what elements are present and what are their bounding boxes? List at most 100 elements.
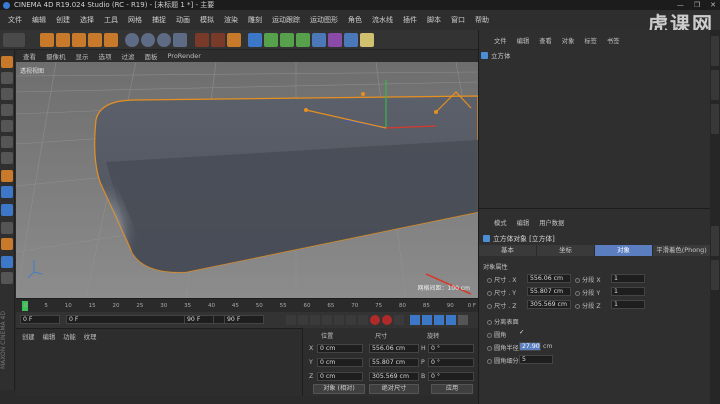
polygons-mode-icon[interactable] <box>1 152 13 164</box>
side-tab-objects[interactable] <box>711 36 719 66</box>
keyframe-dot-icon[interactable] <box>487 358 492 364</box>
coordinate-system-icon[interactable] <box>173 33 187 47</box>
object-size-x-field[interactable]: 556.06 cm <box>527 274 571 283</box>
keyframe-dot-icon[interactable] <box>487 277 492 283</box>
fillet-checkbox[interactable]: ✓ <box>519 329 524 336</box>
apply-button[interactable]: 应用 <box>431 384 473 394</box>
viewport-menu-panel[interactable]: 面板 <box>140 51 163 61</box>
menu-tools[interactable]: 工具 <box>99 15 123 25</box>
go-to-end-icon[interactable] <box>358 315 368 325</box>
menu-select[interactable]: 选择 <box>75 15 99 25</box>
keyframe-dot-icon[interactable] <box>575 290 580 296</box>
rotation-h-field[interactable]: 0 ° <box>428 344 474 353</box>
side-tab-attributes[interactable] <box>711 226 719 256</box>
frame-end-field[interactable]: 90 F <box>184 315 214 324</box>
go-to-start-icon[interactable] <box>286 315 296 325</box>
menu-animate[interactable]: 动画 <box>171 15 195 25</box>
viewport-menu-filter[interactable]: 过滤 <box>117 51 140 61</box>
record-icon[interactable] <box>370 315 380 325</box>
object-list-item[interactable]: 立方体 <box>481 50 511 60</box>
objects-menu-file[interactable]: 文件 <box>489 36 512 45</box>
size-z-field[interactable]: 305.569 cm <box>369 372 419 381</box>
menu-mograph[interactable]: 运动图形 <box>305 15 343 25</box>
side-tab-content-browser[interactable] <box>711 70 719 100</box>
z-axis-icon[interactable] <box>157 33 171 47</box>
key-pla-icon[interactable] <box>458 315 468 325</box>
autokey-icon[interactable] <box>382 315 392 325</box>
axis-mode-icon[interactable] <box>1 170 13 182</box>
key-position-icon[interactable] <box>410 315 420 325</box>
menu-script[interactable]: 脚本 <box>422 15 446 25</box>
keyframe-dot-icon[interactable] <box>487 319 492 325</box>
objects-menu-view[interactable]: 查看 <box>534 36 557 45</box>
material-menu-edit[interactable]: 编辑 <box>43 332 56 341</box>
position-y-field[interactable]: 0 cm <box>317 358 363 367</box>
fillet-radius-field[interactable]: 27.903 <box>519 342 541 351</box>
start-frame-field[interactable]: 0 F <box>20 315 60 324</box>
objects-menu-tags[interactable]: 标签 <box>579 36 602 45</box>
menu-edit[interactable]: 编辑 <box>27 15 51 25</box>
edges-mode-icon[interactable] <box>1 136 13 148</box>
segments-x-field[interactable]: 1 <box>611 274 645 283</box>
cloner-icon[interactable] <box>312 33 326 47</box>
move-icon[interactable] <box>56 33 70 47</box>
grid-icon[interactable] <box>1 272 13 284</box>
render-view-icon[interactable] <box>195 33 209 47</box>
deformer-icon[interactable] <box>328 33 342 47</box>
menu-file[interactable]: 文件 <box>3 15 27 25</box>
object-name[interactable]: 立方体 <box>491 50 511 60</box>
keyframe-dot-icon[interactable] <box>575 303 580 309</box>
menu-help[interactable]: 帮助 <box>470 15 494 25</box>
coord-mode-select[interactable]: 对象 (相对) <box>313 384 365 394</box>
attributes-menu-edit[interactable]: 编辑 <box>512 218 535 228</box>
menu-plugins[interactable]: 插件 <box>398 15 422 25</box>
key-parameter-icon[interactable] <box>446 315 456 325</box>
x-axis-icon[interactable] <box>125 33 139 47</box>
texture-mode-icon[interactable] <box>1 88 13 100</box>
planar-workplane-icon[interactable] <box>1 256 13 268</box>
menu-character[interactable]: 角色 <box>343 15 367 25</box>
keyframe-dot-icon[interactable] <box>487 290 492 296</box>
viewport-menu-options[interactable]: 选项 <box>94 51 117 61</box>
menu-render[interactable]: 渲染 <box>219 15 243 25</box>
menu-sculpt[interactable]: 雕刻 <box>243 15 267 25</box>
key-rotation-icon[interactable] <box>434 315 444 325</box>
points-mode-icon[interactable] <box>1 120 13 132</box>
spline-pen-icon[interactable] <box>264 33 278 47</box>
keyframe-dot-icon[interactable] <box>487 345 492 351</box>
workplane-icon[interactable] <box>1 104 13 116</box>
size-x-field[interactable]: 556.06 cm <box>369 344 419 353</box>
viewport-menu-view[interactable]: 查看 <box>18 51 41 61</box>
previous-key-icon[interactable] <box>298 315 308 325</box>
size-y-field[interactable]: 55.807 cm <box>369 358 419 367</box>
next-key-icon[interactable] <box>346 315 356 325</box>
render-picture-viewer-icon[interactable] <box>211 33 225 47</box>
key-selection-icon[interactable] <box>394 315 404 325</box>
keyframe-dot-icon[interactable] <box>575 277 580 283</box>
objects-menu-bookmarks[interactable]: 书签 <box>602 36 625 45</box>
light-icon[interactable] <box>360 33 374 47</box>
viewport-menu-display[interactable]: 显示 <box>71 51 94 61</box>
menu-window[interactable]: 窗口 <box>446 15 470 25</box>
viewport-menu-prorender[interactable]: ProRender <box>163 52 206 60</box>
next-frame-icon[interactable] <box>334 315 344 325</box>
scale-icon[interactable] <box>72 33 86 47</box>
menu-pipeline[interactable]: 流水线 <box>367 15 398 25</box>
material-menu-create[interactable]: 创建 <box>22 332 35 341</box>
menu-snap[interactable]: 捕捉 <box>147 15 171 25</box>
previous-frame-icon[interactable] <box>310 315 320 325</box>
tab-coord[interactable]: 坐标 <box>537 245 595 256</box>
lock-workplane-icon[interactable] <box>1 238 13 250</box>
rotation-b-field[interactable]: 0 ° <box>428 372 474 381</box>
segments-y-field[interactable]: 1 <box>611 287 645 296</box>
tab-object[interactable]: 对象 <box>595 245 653 256</box>
position-z-field[interactable]: 0 cm <box>317 372 363 381</box>
select-icon[interactable] <box>40 33 54 47</box>
attributes-menu-userdata[interactable]: 用户数据 <box>534 218 569 228</box>
make-editable-icon[interactable] <box>1 56 13 68</box>
floor-icon[interactable] <box>344 33 358 47</box>
tweak-icon[interactable] <box>1 186 13 198</box>
attributes-menu-mode[interactable]: 模式 <box>489 218 512 228</box>
y-axis-icon[interactable] <box>141 33 155 47</box>
recent-tool-icon[interactable] <box>104 33 118 47</box>
